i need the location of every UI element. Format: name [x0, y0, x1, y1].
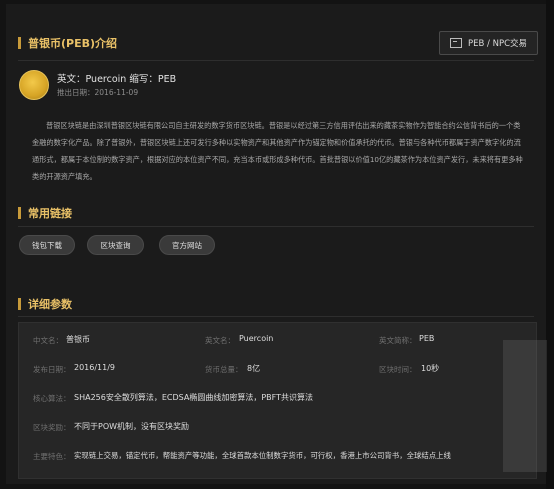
- block-explorer-link[interactable]: 区块查询: [87, 235, 144, 255]
- wallet-download-link[interactable]: 钱包下载: [19, 235, 75, 255]
- param-label: 中文名：: [33, 336, 63, 345]
- right-edge: [546, 0, 554, 489]
- section-accent-bar: [18, 298, 21, 310]
- param-value: 2016/11/9: [74, 363, 116, 372]
- params-row: 核心算法： SHA256安全散列算法，ECDSA椭圆曲线加密算法，PBFT共识算…: [19, 386, 536, 412]
- params-row: 区块奖励： 不同于POW机制，没有区块奖励: [19, 415, 536, 441]
- release-date: 推出日期：2016-11-09: [57, 88, 139, 97]
- link-label: 区块查询: [100, 240, 131, 250]
- param-value: PEB: [419, 334, 435, 343]
- param-label: 英文名：: [205, 336, 235, 345]
- divider: [18, 226, 534, 227]
- intro-section-title: 普银币(PEB)介绍: [28, 37, 118, 50]
- param-value: 不同于POW机制，没有区块奖励: [74, 422, 190, 431]
- coin-description: 普银区块链是由深圳普银区块链有限公司自主研发的数字货币区块链。普银是以经过第三方…: [32, 121, 523, 181]
- divider: [18, 60, 534, 61]
- param-label: 区块奖励：: [33, 423, 71, 432]
- params-row: 主要特色： 实现链上交易，锚定代币，帮能资产等功能，全球首款本位制数字货币，可行…: [19, 444, 536, 470]
- links-section-title: 常用链接: [28, 207, 72, 220]
- params-row: 中文名： 普银币 英文名： Puercoin 英文简称： PEB: [19, 328, 536, 354]
- param-label: 区块时间：: [379, 365, 417, 374]
- param-value: SHA256安全散列算法，ECDSA椭圆曲线加密算法，PBFT共识算法: [74, 393, 313, 402]
- scroll-overlay: [503, 340, 547, 472]
- chart-icon: [449, 38, 462, 48]
- param-value: Puercoin: [239, 334, 274, 343]
- params-row: 发布日期： 2016/11/9 货币总量： 8亿 区块时间： 10秒: [19, 357, 536, 383]
- param-value: 10秒: [421, 364, 440, 373]
- coin-name: 英文：Puercoin 缩写：PEB: [57, 74, 177, 85]
- official-site-link[interactable]: 官方网站: [159, 235, 215, 255]
- section-accent-bar: [18, 37, 21, 49]
- section-accent-bar: [18, 207, 21, 219]
- param-label: 发布日期：: [33, 365, 71, 374]
- link-label: 钱包下载: [32, 240, 62, 250]
- params-table: 中文名： 普银币 英文名： Puercoin 英文简称： PEB 发布日期： 2…: [18, 322, 537, 479]
- links-section-header: 常用链接: [18, 205, 72, 221]
- divider: [18, 316, 534, 317]
- params-section-header: 详细参数: [18, 296, 72, 312]
- param-value: 普银币: [66, 335, 90, 344]
- param-label: 货币总量：: [205, 365, 243, 374]
- intro-section-header: 普银币(PEB)介绍: [18, 35, 117, 51]
- param-label: 英文简称：: [379, 336, 417, 345]
- param-label: 核心算法：: [33, 394, 71, 403]
- param-value: 8亿: [247, 364, 261, 373]
- trade-pair-button[interactable]: PEB / NPC交易: [439, 31, 538, 55]
- coin-logo: [19, 70, 49, 100]
- trade-pair-label: PEB / NPC交易: [467, 39, 527, 49]
- param-label: 主要特色：: [33, 452, 71, 461]
- link-label: 官方网站: [172, 240, 202, 250]
- params-section-title: 详细参数: [28, 298, 72, 311]
- param-value: 实现链上交易，锚定代币，帮能资产等功能，全球首款本位制数字货币，可行权，香港上市…: [74, 451, 451, 460]
